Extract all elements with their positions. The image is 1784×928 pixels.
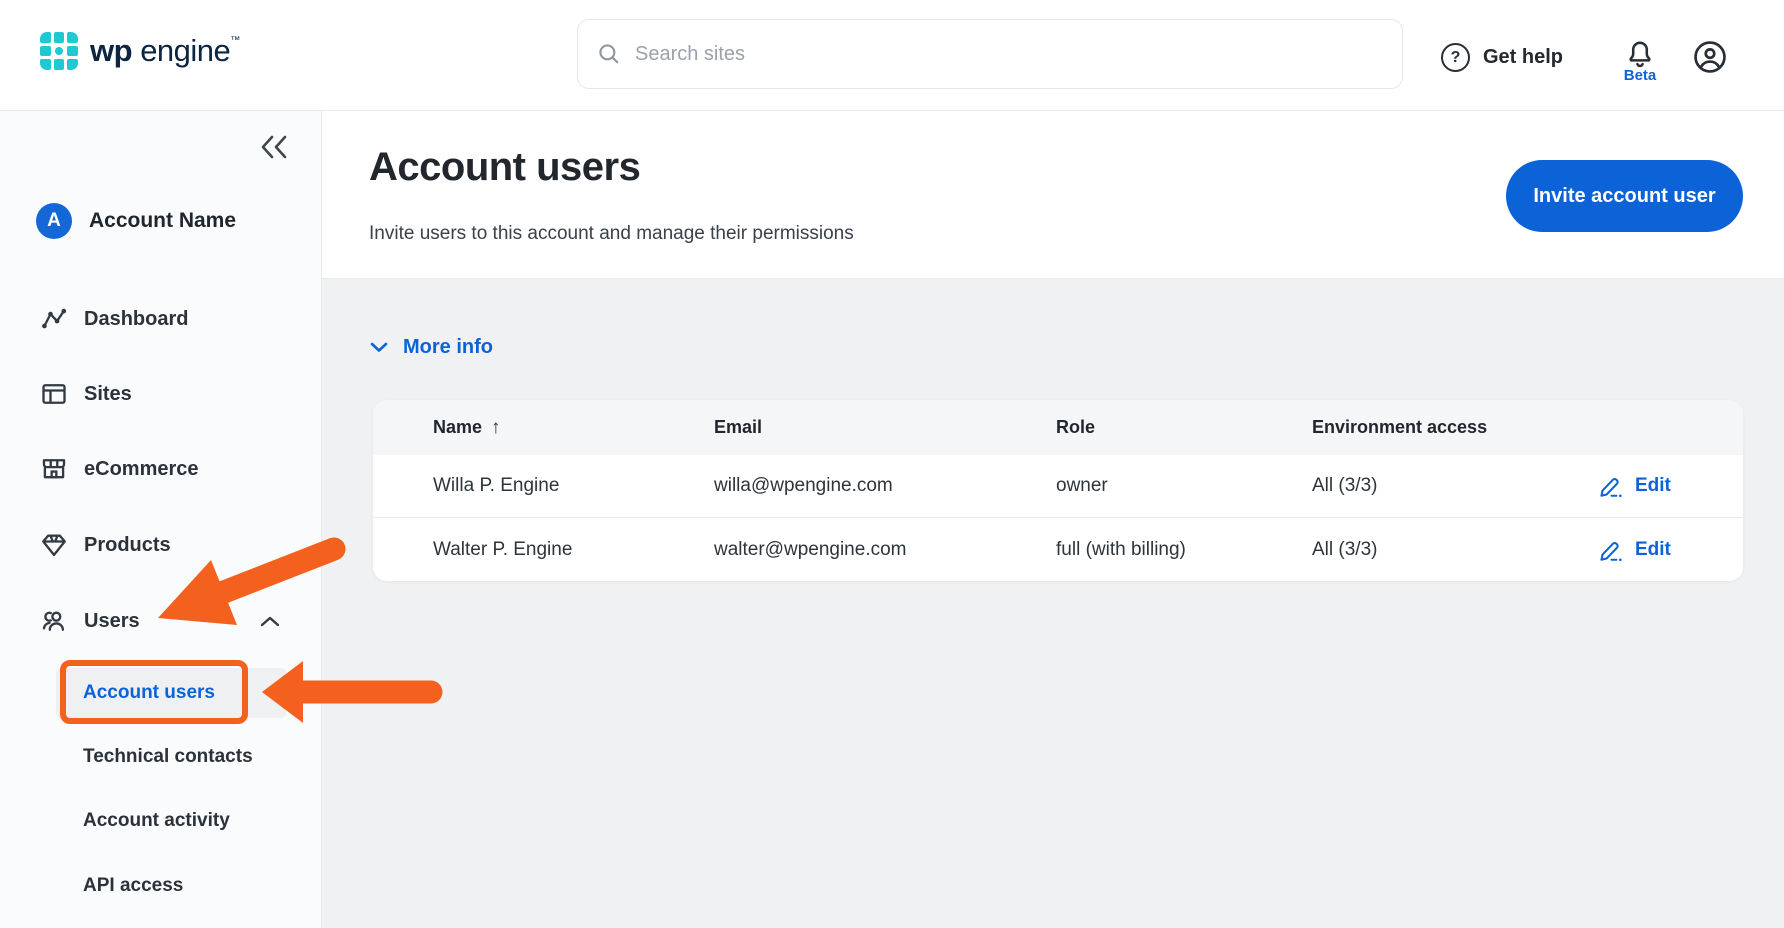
account-users-table: Name ↑ Email Role Environment access Wil… (373, 400, 1743, 581)
ecommerce-icon (40, 455, 68, 483)
table-row: Walter P. Engine walter@wpengine.com ful… (373, 518, 1743, 581)
user-environment-access: All (3/3) (1312, 518, 1377, 581)
subnav-item-label: API access (83, 875, 183, 897)
sidebar-item-label: eCommerce (84, 458, 199, 481)
pencil-icon (1598, 473, 1624, 499)
sidebar-item-technical-contacts[interactable]: Technical contacts (56, 735, 286, 779)
top-header: wp engine™ ? Get help Beta (0, 0, 1784, 111)
sort-ascending-icon: ↑ (491, 417, 501, 439)
search-input[interactable] (635, 43, 1384, 66)
sidebar-item-products[interactable]: Products (0, 523, 322, 567)
page-subtitle: Invite users to this account and manage … (369, 223, 854, 245)
subnav-item-label: Account users (83, 682, 215, 704)
subnav-item-label: Account activity (83, 810, 230, 832)
sidebar-item-label: Products (84, 534, 171, 557)
sidebar-item-account-users[interactable]: Account users (56, 668, 286, 718)
collapse-chevrons-icon (258, 133, 292, 161)
page-title: Account users (369, 145, 640, 190)
wp-engine-grid-icon (40, 32, 78, 70)
column-header-name[interactable]: Name ↑ (433, 400, 501, 455)
get-help-label: Get help (1483, 46, 1563, 69)
user-name: Walter P. Engine (433, 518, 572, 581)
sidebar-item-users[interactable]: Users (0, 599, 322, 643)
sidebar-item-account-activity[interactable]: Account activity (56, 799, 286, 843)
user-name: Willa P. Engine (433, 455, 559, 517)
bell-icon (1624, 38, 1656, 70)
sidebar-item-api-access[interactable]: API access (56, 864, 286, 908)
sidebar-item-label: Dashboard (84, 308, 188, 331)
column-header-email[interactable]: Email (714, 400, 762, 455)
sidebar-item-label: Users (84, 610, 140, 633)
logo-engine: engine (140, 33, 230, 68)
main-content: Account users Invite users to this accou… (322, 111, 1784, 928)
page-header-band: Account users Invite users to this accou… (322, 111, 1784, 279)
column-header-role[interactable]: Role (1056, 400, 1095, 455)
user-environment-access: All (3/3) (1312, 455, 1377, 517)
users-icon (40, 607, 68, 635)
user-role: owner (1056, 455, 1108, 517)
dashboard-icon (40, 305, 68, 333)
user-email: willa@wpengine.com (714, 455, 893, 517)
edit-user-button[interactable]: Edit (1598, 455, 1671, 517)
sidebar-item-label: Sites (84, 383, 132, 406)
products-icon (40, 531, 68, 559)
subnav-item-label: Technical contacts (83, 746, 253, 768)
sites-icon (40, 380, 68, 408)
trademark-symbol: ™ (230, 35, 240, 46)
account-selector[interactable]: A Account Name (36, 203, 236, 239)
user-circle-icon (1693, 40, 1727, 74)
edit-user-button[interactable]: Edit (1598, 518, 1671, 581)
pencil-icon (1598, 537, 1624, 563)
chevron-up-icon[interactable] (260, 616, 280, 627)
sidebar: A Account Name Dashboard Sites eCommerce (0, 111, 322, 928)
search-icon (596, 41, 622, 67)
sidebar-item-sites[interactable]: Sites (0, 372, 322, 416)
table-row: Willa P. Engine willa@wpengine.com owner… (373, 455, 1743, 518)
sidebar-collapse-button[interactable] (258, 133, 292, 161)
help-circle-icon: ? (1441, 43, 1470, 72)
edit-label: Edit (1635, 539, 1671, 561)
wp-engine-wordmark: wp engine™ (90, 33, 240, 69)
user-role: full (with billing) (1056, 518, 1186, 581)
sidebar-item-ecommerce[interactable]: eCommerce (0, 447, 322, 491)
wp-engine-logo[interactable]: wp engine™ (40, 32, 240, 70)
user-email: walter@wpengine.com (714, 518, 907, 581)
logo-wp: wp (90, 33, 132, 68)
site-search[interactable] (577, 19, 1403, 89)
sidebar-item-dashboard[interactable]: Dashboard (0, 297, 322, 341)
account-avatar: A (36, 203, 72, 239)
invite-account-user-button[interactable]: Invite account user (1506, 160, 1743, 232)
more-info-label: More info (403, 336, 493, 359)
get-help-button[interactable]: ? Get help (1441, 43, 1563, 72)
notifications-button[interactable]: Beta (1616, 38, 1664, 84)
edit-label: Edit (1635, 475, 1671, 497)
account-menu-button[interactable] (1693, 40, 1727, 74)
beta-badge: Beta (1616, 67, 1664, 84)
table-header-row: Name ↑ Email Role Environment access (373, 400, 1743, 455)
chevron-down-icon (370, 342, 388, 353)
more-info-toggle[interactable]: More info (370, 336, 493, 359)
column-header-environment-access[interactable]: Environment access (1312, 400, 1487, 455)
account-name: Account Name (89, 209, 236, 233)
